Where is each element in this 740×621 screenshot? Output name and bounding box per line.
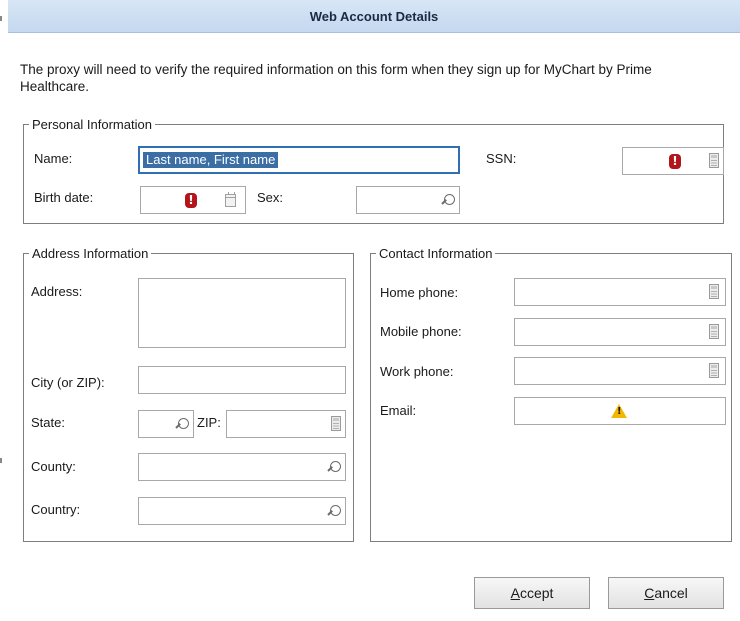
work-phone-field[interactable] [514, 357, 726, 385]
email-field[interactable]: ! [514, 397, 726, 425]
calculator-icon[interactable] [709, 324, 719, 339]
name-value: Last name, First name [143, 152, 279, 168]
sex-label: Sex: [257, 190, 284, 205]
zip-label: ZIP: [197, 415, 221, 430]
city-label: City (or ZIP): [31, 375, 105, 390]
cancel-label: ancel [654, 585, 688, 601]
zip-field[interactable] [226, 410, 346, 438]
work-phone-label: Work phone: [380, 364, 454, 379]
ssn-field[interactable]: ! [622, 147, 724, 175]
window-title: Web Account Details [8, 0, 740, 33]
birth-date-field[interactable]: ! [140, 186, 246, 214]
warning-icon: ! [611, 404, 627, 418]
mobile-phone-label: Mobile phone: [380, 324, 462, 339]
ssn-label: SSN: [486, 151, 517, 166]
accept-label: ccept [519, 585, 554, 601]
address-information-legend: Address Information [32, 246, 149, 261]
accept-mnemonic: A [510, 585, 520, 601]
home-phone-field[interactable] [514, 278, 726, 306]
calendar-icon[interactable] [225, 192, 236, 207]
name-label: Name: [34, 151, 73, 166]
sex-field[interactable] [356, 186, 460, 214]
search-icon[interactable] [327, 461, 341, 475]
city-field[interactable] [138, 366, 346, 394]
country-field[interactable] [138, 497, 346, 525]
county-label: County: [31, 459, 76, 474]
contact-information-legend: Contact Information [379, 246, 493, 261]
address-label: Address: [31, 284, 83, 299]
required-error-icon: ! [669, 154, 681, 169]
accept-button[interactable]: Accept [474, 577, 590, 609]
calculator-icon[interactable] [709, 284, 719, 299]
window-edge-mark [0, 458, 2, 463]
name-field[interactable]: Last name, First name [138, 146, 460, 174]
search-icon[interactable] [327, 505, 341, 519]
window-edge-mark [0, 16, 2, 21]
cancel-mnemonic: C [644, 585, 655, 601]
county-field[interactable] [138, 453, 346, 481]
address-field[interactable] [138, 278, 346, 348]
warning-glyph: ! [617, 406, 622, 417]
state-label: State: [31, 415, 65, 430]
country-label: Country: [31, 502, 81, 517]
calculator-icon[interactable] [331, 416, 341, 431]
home-phone-label: Home phone: [380, 285, 459, 300]
cancel-button[interactable]: Cancel [608, 577, 724, 609]
state-field[interactable] [138, 410, 194, 438]
email-label: Email: [380, 403, 417, 418]
search-icon[interactable] [441, 194, 455, 208]
required-error-icon: ! [185, 193, 197, 208]
calculator-icon[interactable] [709, 363, 719, 378]
personal-information-legend: Personal Information [32, 117, 152, 132]
mobile-phone-field[interactable] [514, 318, 726, 346]
intro-text: The proxy will need to verify the requir… [20, 62, 652, 94]
birth-date-label: Birth date: [34, 190, 94, 205]
calculator-icon[interactable] [709, 153, 719, 168]
search-icon[interactable] [175, 418, 189, 432]
